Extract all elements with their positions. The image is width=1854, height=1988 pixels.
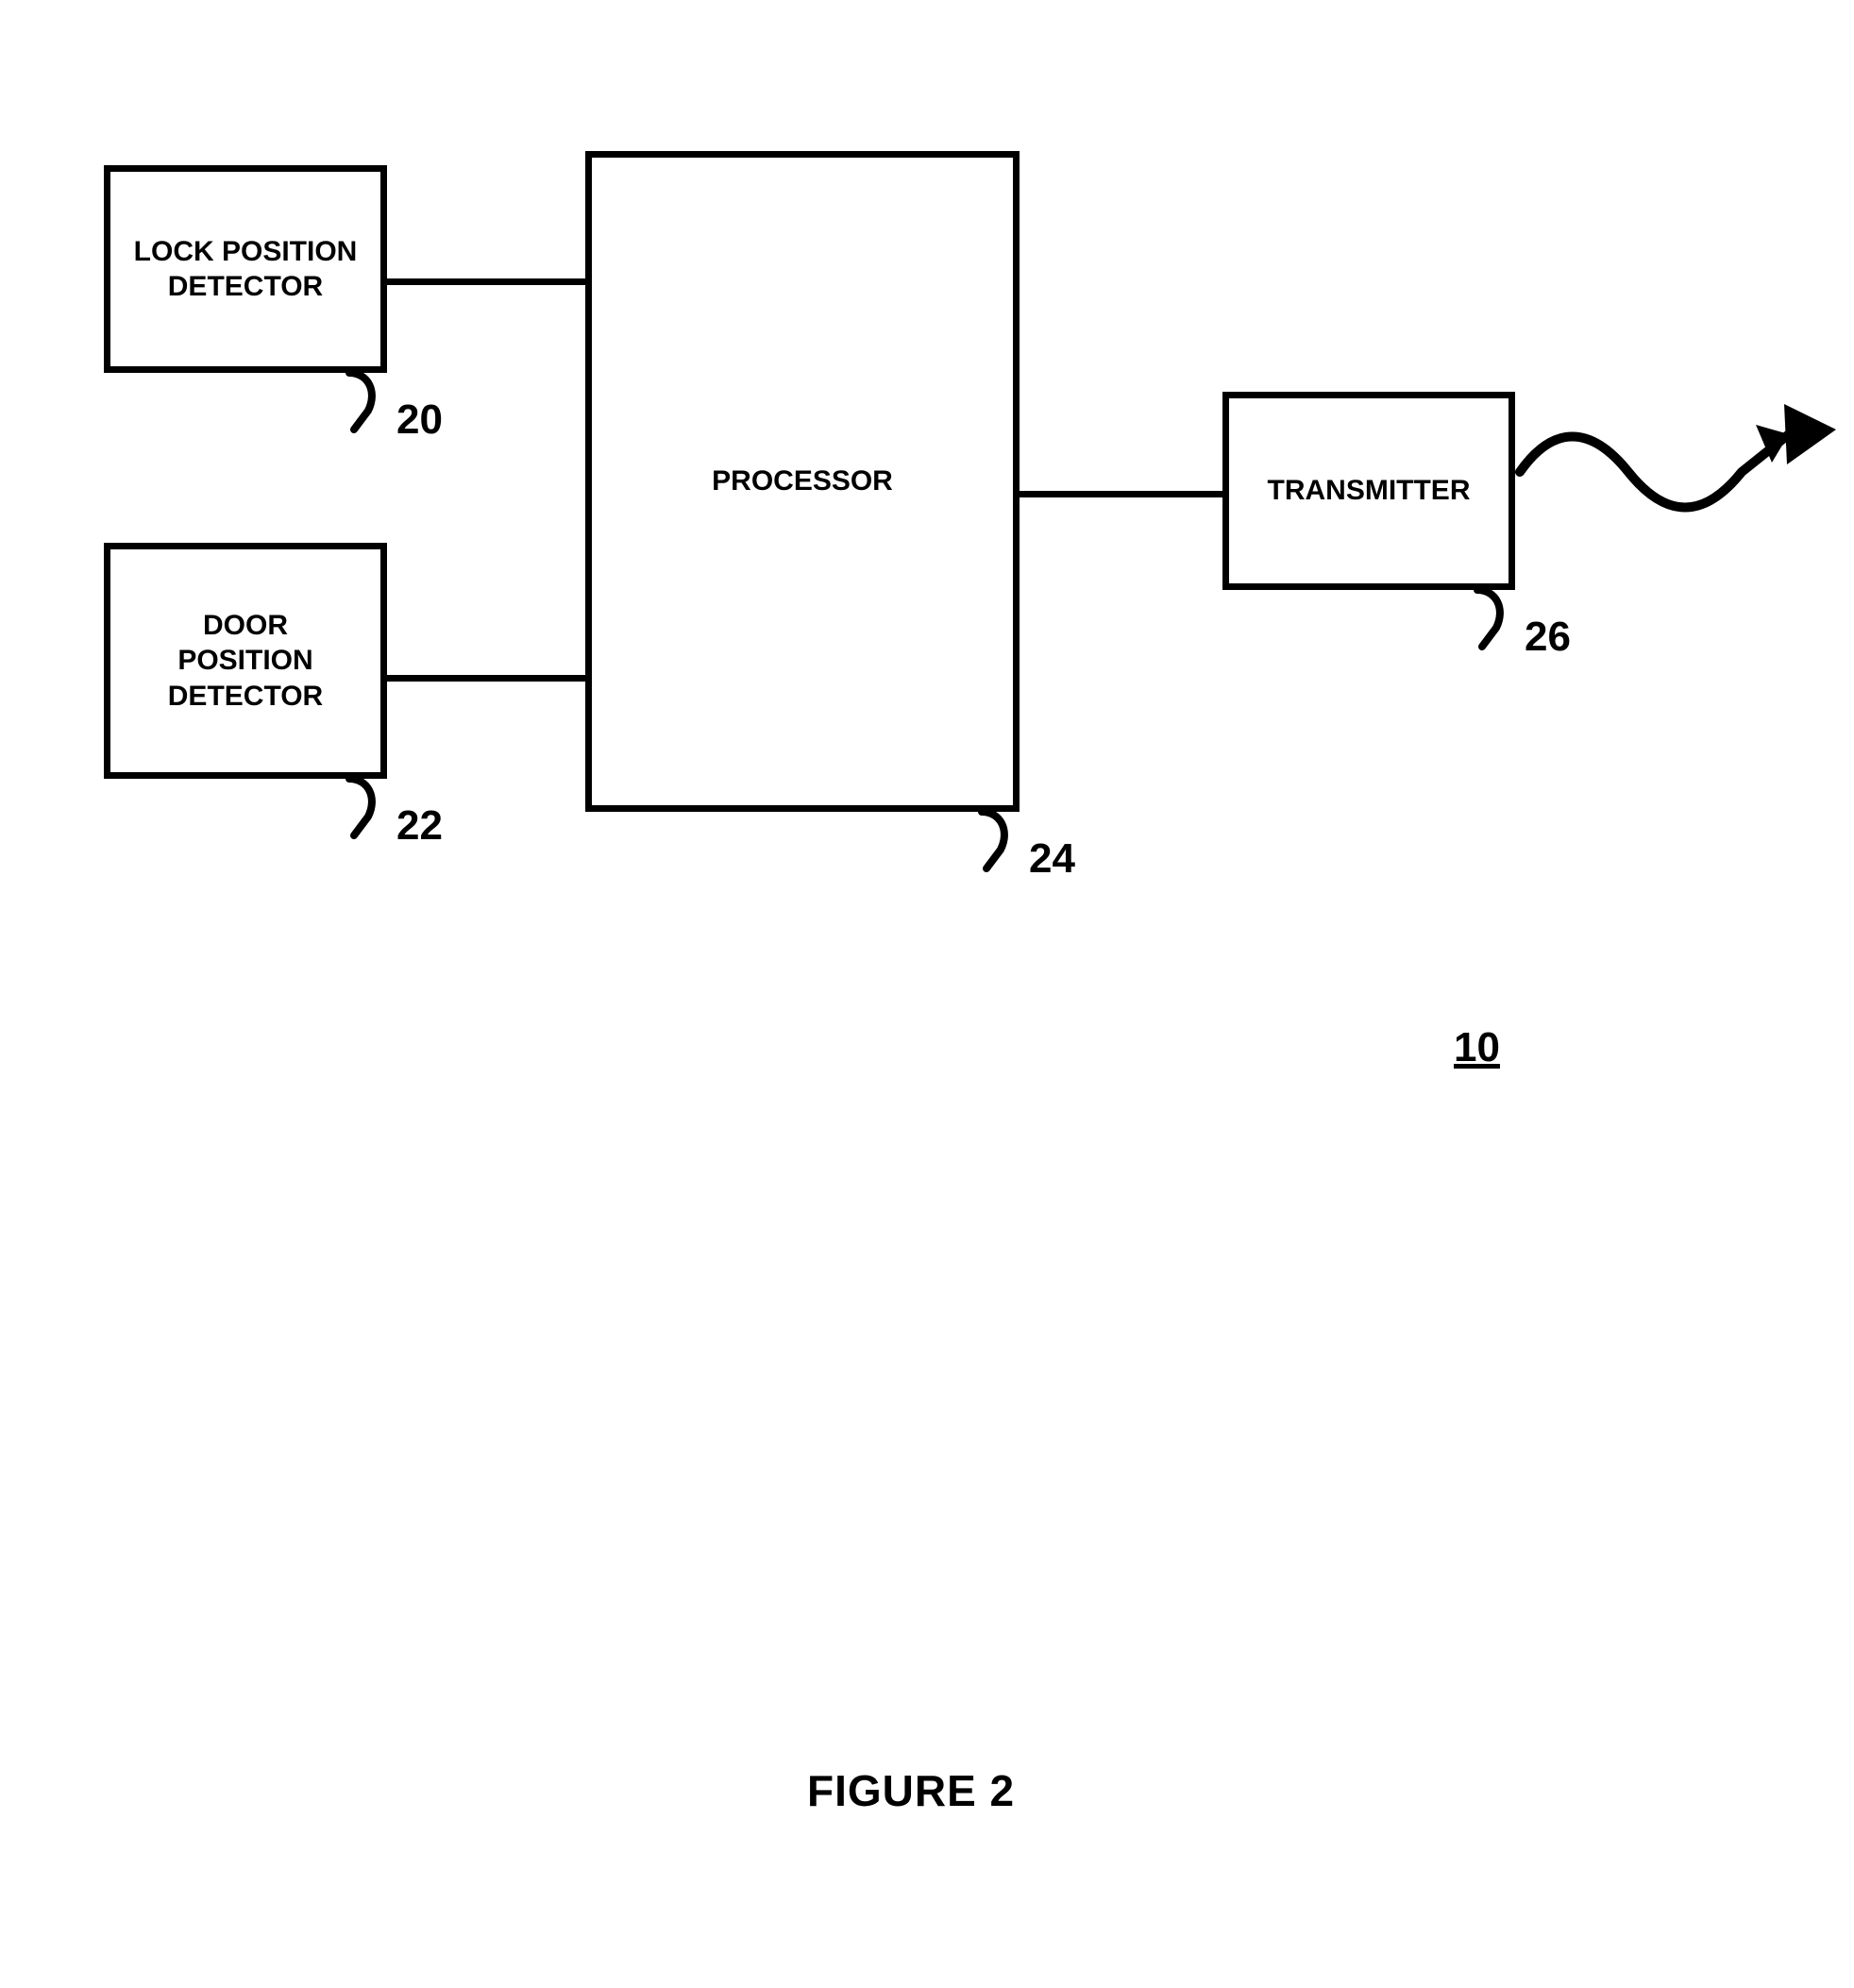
ref-24: 24 [1029, 835, 1075, 883]
diagram-canvas: LOCK POSITION DETECTOR DOOR POSITION DET… [0, 0, 1854, 1988]
processor-label: PROCESSOR [712, 463, 893, 499]
ref-22: 22 [396, 802, 443, 850]
transmit-arrow-icon [1515, 387, 1836, 529]
connector-lock-to-processor [387, 278, 585, 285]
ref-26: 26 [1525, 614, 1571, 661]
leader-20-icon [316, 368, 382, 434]
lock-position-detector-label: LOCK POSITION DETECTOR [134, 234, 358, 305]
connector-processor-to-transmitter [1020, 491, 1222, 497]
connector-door-to-processor [387, 675, 585, 682]
transmitter-label: TRANSMITTER [1268, 473, 1471, 509]
ref-20: 20 [396, 396, 443, 444]
processor-box: PROCESSOR [585, 151, 1020, 812]
door-position-detector-box: DOOR POSITION DETECTOR [104, 543, 387, 779]
transmitter-box: TRANSMITTER [1222, 392, 1515, 590]
leader-22-icon [316, 774, 382, 840]
figure-title: FIGURE 2 [807, 1765, 1015, 1816]
ref-10: 10 [1454, 1024, 1500, 1071]
door-position-detector-label: DOOR POSITION DETECTOR [168, 608, 323, 715]
leader-24-icon [949, 807, 1015, 873]
leader-26-icon [1444, 585, 1510, 651]
lock-position-detector-box: LOCK POSITION DETECTOR [104, 165, 387, 373]
